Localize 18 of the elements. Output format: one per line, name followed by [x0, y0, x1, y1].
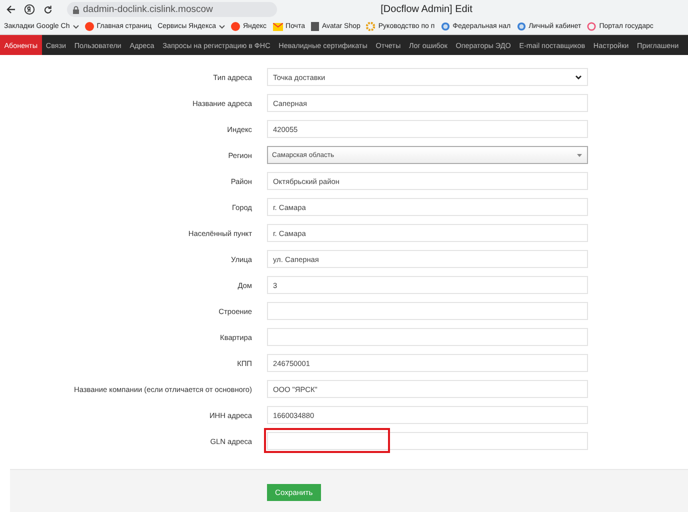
address-bar[interactable]: dadmin-doclink.cislink.moscow [67, 2, 277, 17]
yandex-icon [84, 22, 94, 31]
yandex-logo-icon[interactable] [24, 4, 35, 15]
page-title: [Docflow Admin] Edit [380, 4, 474, 15]
globe-icon [440, 22, 450, 31]
globe-icon [516, 22, 526, 31]
gear-icon [366, 22, 376, 31]
chevron-down-icon [218, 24, 225, 28]
chevron-down-icon [72, 24, 79, 28]
lock-icon [73, 6, 79, 14]
text-field[interactable] [267, 302, 588, 320]
yandex-icon [230, 22, 240, 31]
dropdown-triangle-icon [577, 154, 582, 156]
chevron-down-icon [575, 74, 582, 80]
mail-icon [272, 22, 283, 30]
back-arrow-icon[interactable] [6, 5, 16, 14]
reload-icon[interactable] [43, 4, 53, 14]
text-field[interactable] [267, 328, 588, 346]
